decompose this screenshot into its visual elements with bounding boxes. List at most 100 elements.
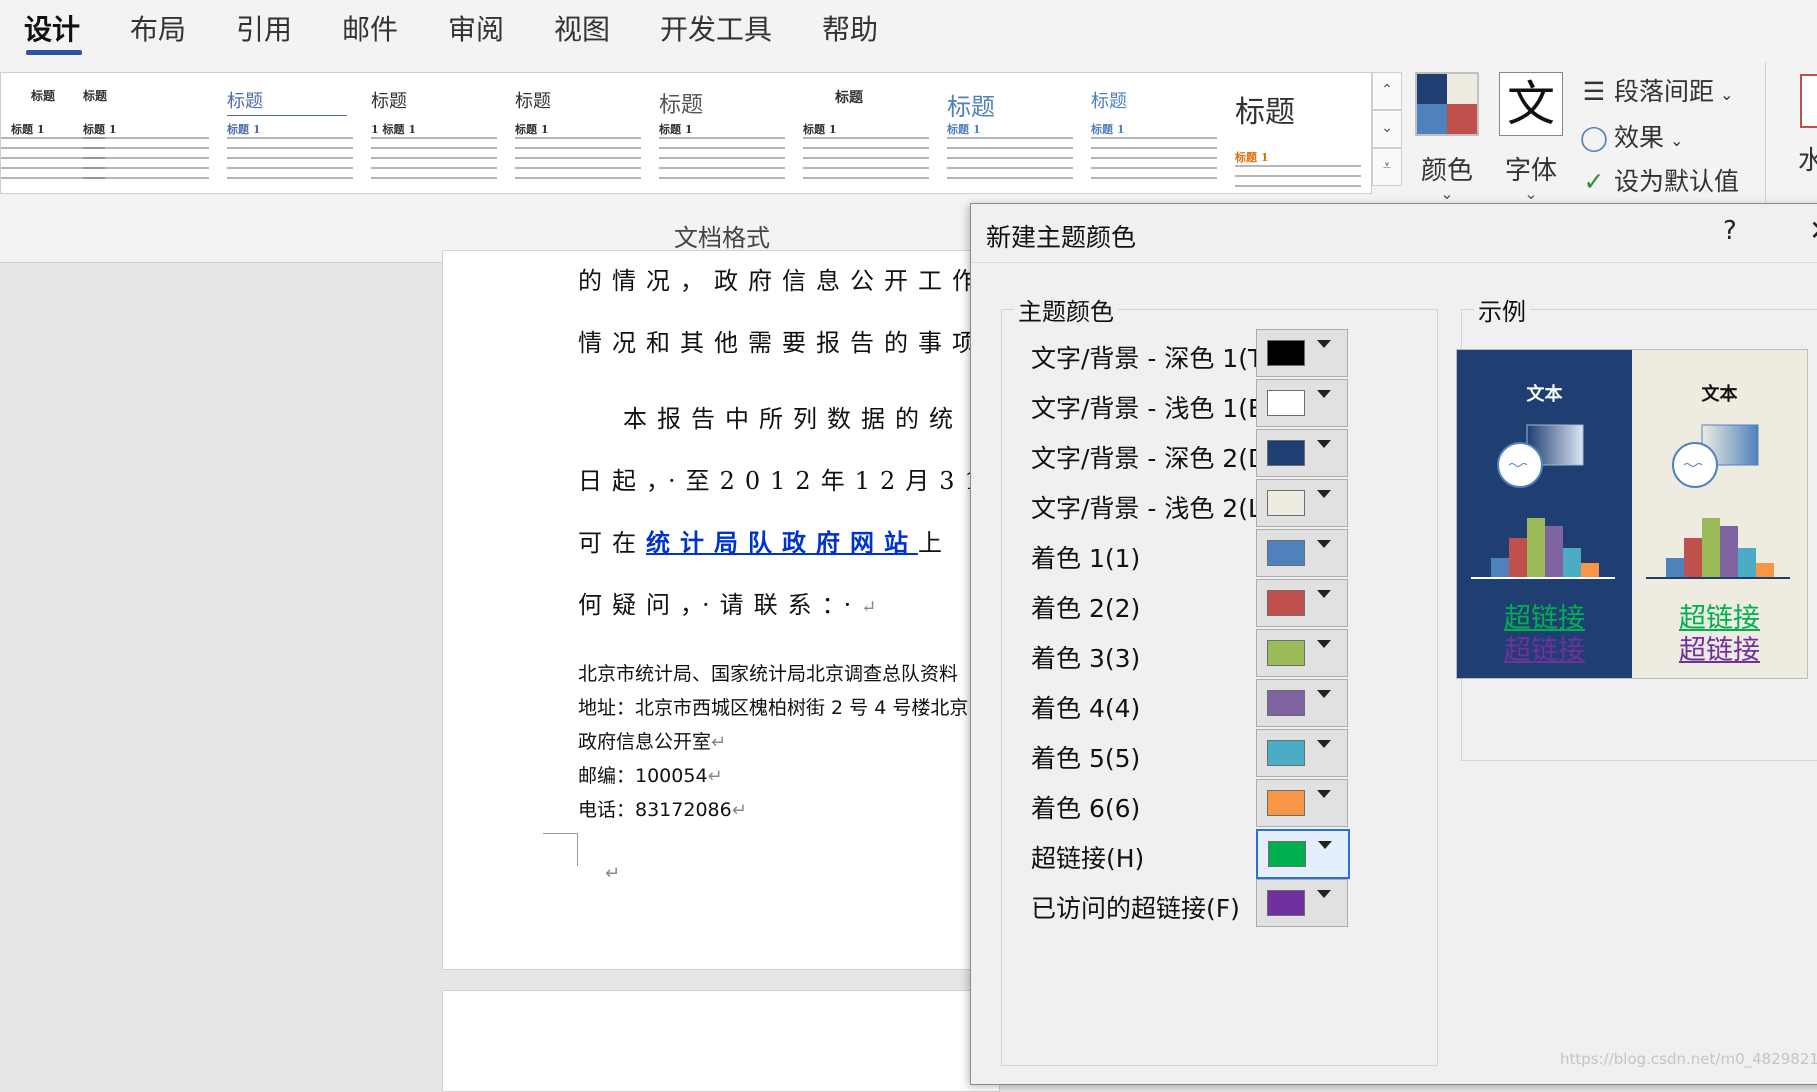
title-divider bbox=[971, 262, 1817, 263]
set-as-default-button[interactable]: ✓ 设为默认值 bbox=[1580, 162, 1740, 198]
document-page[interactable]: 的情况，政府信息公开工作 情况和其他需要报告的事项 本报告中所列数据的统 日起，… bbox=[442, 250, 1000, 970]
fonts-button[interactable]: 文 字体 ⌄ bbox=[1498, 72, 1564, 222]
dropdown-arrow-icon bbox=[1317, 740, 1331, 748]
group-label-document-formatting: 文档格式 bbox=[674, 224, 770, 252]
doc-line: 日起，·至2012年12月31 bbox=[578, 467, 990, 495]
doc-line: 何疑问，·请联系：·↵ bbox=[578, 591, 877, 619]
sample-chart-icon bbox=[1646, 424, 1790, 579]
color-row-accent5: 着色 5(5) bbox=[1031, 729, 1391, 779]
ribbon-tab-bar: 设计 布局 引用 邮件 审阅 视图 开发工具 帮助 bbox=[0, 0, 1817, 62]
doc-line: 的情况，政府信息公开工作 bbox=[578, 267, 986, 295]
help-button[interactable]: ? bbox=[1723, 216, 1737, 246]
doc-line: 情况和其他需要报告的事项 bbox=[578, 329, 986, 357]
color-row-label: 着色 4(4) bbox=[1031, 694, 1141, 723]
colors-button[interactable]: 颜色 ⌄ bbox=[1414, 72, 1480, 222]
color-row-hyperlink: 超链接(H) bbox=[1031, 829, 1391, 879]
color-picker-button[interactable] bbox=[1256, 629, 1348, 677]
color-row-accent2: 着色 2(2) bbox=[1031, 579, 1391, 629]
color-swatch bbox=[1267, 740, 1305, 766]
style-set-thumb[interactable]: 标题 标题 1 bbox=[75, 73, 215, 193]
style-set-thumb[interactable]: 标题 标题 1 bbox=[507, 73, 647, 193]
color-row-accent1: 着色 1(1) bbox=[1031, 529, 1391, 579]
dropdown-arrow-icon bbox=[1318, 841, 1332, 849]
style-set-thumb[interactable]: 标题 标题 1 bbox=[651, 73, 791, 193]
color-picker-button[interactable] bbox=[1256, 679, 1348, 727]
color-picker-button[interactable] bbox=[1256, 429, 1348, 477]
tab-mailings[interactable]: 邮件 bbox=[342, 8, 398, 48]
color-row-label: 文字/背景 - 深色 2(D) bbox=[1031, 444, 1277, 473]
color-row-label: 着色 3(3) bbox=[1031, 644, 1141, 673]
gallery-scroll-down[interactable]: ⌄ bbox=[1372, 110, 1402, 148]
sample-visited-hyperlink: 超链接 bbox=[1504, 635, 1585, 666]
color-row-label: 着色 1(1) bbox=[1031, 544, 1141, 573]
tab-help[interactable]: 帮助 bbox=[822, 8, 878, 48]
sample-preview: 文本 超链接 超链接 文本 超链接 超链接 bbox=[1456, 349, 1808, 679]
tab-design[interactable]: 设计 bbox=[24, 8, 80, 48]
theme-colors-legend: 主题颜色 bbox=[1014, 292, 1118, 327]
color-picker-button[interactable] bbox=[1256, 779, 1348, 827]
close-button[interactable]: ✕ bbox=[1809, 214, 1817, 247]
contact-line: 电话：83172086↵ bbox=[578, 799, 747, 821]
color-picker-button[interactable] bbox=[1256, 879, 1348, 927]
contact-line: 政府信息公开室↵ bbox=[578, 731, 727, 753]
sample-legend: 示例 bbox=[1474, 292, 1530, 327]
gallery-more-button[interactable]: ⩡ bbox=[1372, 148, 1402, 186]
watermark-button-label[interactable]: 水 bbox=[1798, 140, 1817, 177]
color-swatch bbox=[1267, 390, 1305, 416]
dialog-title: 新建主题颜色 bbox=[986, 223, 1137, 252]
paragraph-spacing-button[interactable]: ☰ 段落间距 ⌄ bbox=[1580, 72, 1734, 108]
color-row-accent6: 着色 6(6) bbox=[1031, 779, 1391, 829]
watermark-icon bbox=[1800, 74, 1817, 128]
tab-developer[interactable]: 开发工具 bbox=[660, 8, 772, 48]
color-swatch bbox=[1267, 690, 1305, 716]
color-row-text-bg-dark1: 文字/背景 - 深色 1(T) bbox=[1031, 329, 1391, 379]
colors-label: 颜色 bbox=[1420, 156, 1473, 186]
color-row-label: 文字/背景 - 浅色 1(B) bbox=[1031, 394, 1275, 423]
style-set-thumb[interactable]: 标题 标题 1 bbox=[1227, 73, 1367, 193]
style-set-thumb[interactable]: 标题 1 标题 1 bbox=[363, 73, 503, 193]
style-set-thumb[interactable]: 标题 标题 1 bbox=[219, 73, 359, 193]
color-row-label: 着色 6(6) bbox=[1031, 794, 1141, 823]
chevron-down-icon: ⌄ bbox=[1670, 131, 1684, 150]
color-picker-button[interactable] bbox=[1256, 529, 1348, 577]
tab-review[interactable]: 审阅 bbox=[448, 8, 504, 48]
chevron-down-icon: ⌄ bbox=[1720, 85, 1734, 104]
chevron-down-icon: ⌄ bbox=[1440, 184, 1454, 203]
color-swatch bbox=[1267, 890, 1305, 916]
color-swatch bbox=[1267, 590, 1305, 616]
chevron-down-icon: ⌄ bbox=[1381, 120, 1393, 136]
style-set-thumb[interactable]: 标题 标题 1 bbox=[1083, 73, 1223, 193]
more-icon: ⩡ bbox=[1383, 158, 1391, 174]
color-picker-button[interactable] bbox=[1256, 729, 1348, 777]
dropdown-arrow-icon bbox=[1317, 790, 1331, 798]
color-row-followed-hyperlink: 已访问的超链接(F) bbox=[1031, 879, 1391, 929]
style-set-thumb[interactable]: 标题 标题 1 bbox=[939, 73, 1079, 193]
color-swatch bbox=[1267, 340, 1305, 366]
color-picker-button[interactable] bbox=[1256, 479, 1348, 527]
contact-line: 北京市统计局、国家统计局北京调查总队资料 bbox=[578, 663, 959, 685]
color-row-text-bg-light1: 文字/背景 - 浅色 1(B) bbox=[1031, 379, 1391, 429]
tab-layout[interactable]: 布局 bbox=[130, 8, 186, 48]
document-page-2[interactable] bbox=[442, 990, 1000, 1092]
hyperlink-stats-site[interactable]: 统计局队政府网站 bbox=[646, 528, 918, 557]
color-swatch bbox=[1268, 841, 1306, 867]
paragraph-spacing-icon: ☰ bbox=[1582, 77, 1606, 106]
color-row-label: 着色 2(2) bbox=[1031, 594, 1141, 623]
color-row-label: 文字/背景 - 浅色 2(L) bbox=[1031, 494, 1272, 523]
color-picker-button[interactable] bbox=[1256, 329, 1348, 377]
color-picker-button[interactable] bbox=[1256, 829, 1350, 879]
effects-icon: ◯ bbox=[1580, 123, 1608, 152]
style-set-thumb[interactable]: 标题 标题 1 bbox=[795, 73, 935, 193]
color-row-accent3: 着色 3(3) bbox=[1031, 629, 1391, 679]
effects-button[interactable]: ◯ 效果 ⌄ bbox=[1580, 118, 1683, 154]
dropdown-arrow-icon bbox=[1317, 390, 1331, 398]
checkmark-circle-icon: ✓ bbox=[1583, 167, 1605, 196]
color-picker-button[interactable] bbox=[1256, 579, 1348, 627]
source-watermark: https://blog.csdn.net/m0_48298217 bbox=[1560, 1050, 1817, 1068]
tab-view[interactable]: 视图 bbox=[554, 8, 610, 48]
gallery-scroll-up[interactable]: ⌃ bbox=[1372, 72, 1402, 110]
color-picker-button[interactable] bbox=[1256, 379, 1348, 427]
dropdown-arrow-icon bbox=[1317, 690, 1331, 698]
tab-references[interactable]: 引用 bbox=[236, 8, 292, 48]
sample-text-label: 文本 bbox=[1526, 384, 1563, 405]
